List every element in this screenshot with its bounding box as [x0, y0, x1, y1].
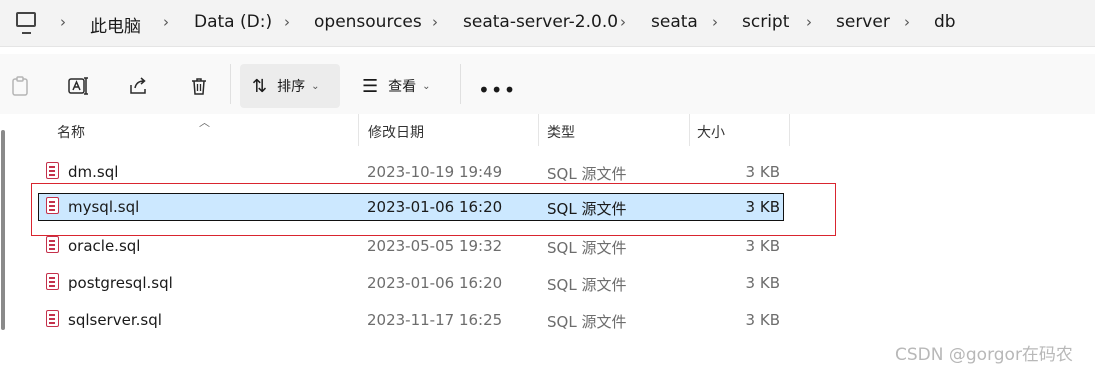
- file-type: SQL 源文件: [547, 165, 627, 183]
- computer-icon[interactable]: [16, 12, 36, 34]
- sort-icon: ⇅: [252, 75, 268, 97]
- chevron-right-icon[interactable]: ›: [163, 13, 169, 31]
- view-list-icon: ☰: [362, 75, 379, 97]
- breadcrumb-opensources[interactable]: opensources: [314, 12, 422, 32]
- toolbar-divider: [230, 64, 231, 104]
- chevron-right-icon[interactable]: ›: [620, 13, 626, 31]
- address-bar[interactable]: › 此电脑 › Data (D:) › opensources › seata-…: [0, 0, 1095, 47]
- sql-file-icon: [46, 162, 59, 179]
- file-size: 3 KB: [745, 274, 780, 292]
- watermark: CSDN @gorgor在码农: [895, 345, 1073, 365]
- column-header-type[interactable]: 类型: [547, 122, 575, 142]
- breadcrumb-db[interactable]: db: [934, 12, 956, 32]
- column-divider[interactable]: [538, 114, 539, 146]
- chevron-right-icon[interactable]: ›: [284, 13, 290, 31]
- column-header-name[interactable]: 名称: [57, 122, 85, 142]
- file-row[interactable]: dm.sql 2023-10-19 19:49 SQL 源文件 3 KB: [38, 158, 784, 186]
- rename-icon[interactable]: [67, 74, 91, 98]
- view-button[interactable]: ☰ 查看 ⌄: [352, 64, 452, 108]
- sql-file-icon: [46, 273, 59, 290]
- file-name: dm.sql: [68, 163, 119, 181]
- column-header-modified[interactable]: 修改日期: [368, 122, 424, 142]
- delete-icon[interactable]: [187, 74, 211, 98]
- file-type: SQL 源文件: [547, 313, 627, 331]
- breadcrumb-server[interactable]: server: [836, 12, 890, 32]
- file-row[interactable]: oracle.sql 2023-05-05 19:32 SQL 源文件 3 KB: [38, 232, 784, 260]
- file-name: sqlserver.sql: [68, 311, 162, 329]
- chevron-right-icon[interactable]: ›: [904, 13, 910, 31]
- vertical-scrollbar[interactable]: [0, 120, 6, 367]
- chevron-right-icon[interactable]: ›: [806, 13, 812, 31]
- file-type: SQL 源文件: [547, 239, 627, 257]
- breadcrumb-seata-server[interactable]: seata-server-2.0.0: [463, 12, 618, 32]
- share-icon[interactable]: [127, 74, 151, 98]
- annotation-highlight-box: [31, 183, 836, 236]
- breadcrumb-seata[interactable]: seata: [651, 12, 698, 32]
- column-header-row: 名称 修改日期 类型 大小: [0, 114, 1095, 148]
- chevron-right-icon[interactable]: ›: [432, 13, 438, 31]
- column-divider[interactable]: [689, 114, 690, 146]
- chevron-down-icon: ⌄: [311, 80, 320, 92]
- file-row[interactable]: postgresql.sql 2023-01-06 16:20 SQL 源文件 …: [38, 269, 784, 297]
- breadcrumb-data-drive[interactable]: Data (D:): [194, 12, 272, 32]
- file-modified: 2023-10-19 19:49: [367, 163, 503, 181]
- file-size: 3 KB: [745, 311, 780, 329]
- file-row[interactable]: sqlserver.sql 2023-11-17 16:25 SQL 源文件 3…: [38, 306, 784, 334]
- more-options-button[interactable]: •••: [478, 78, 516, 102]
- file-name: postgresql.sql: [68, 274, 173, 292]
- file-size: 3 KB: [745, 237, 780, 255]
- sql-file-icon: [46, 310, 59, 327]
- sql-file-icon: [46, 236, 59, 253]
- file-size: 3 KB: [745, 163, 780, 181]
- file-modified: 2023-01-06 16:20: [367, 274, 503, 292]
- toolbar-divider: [460, 64, 461, 104]
- file-modified: 2023-11-17 16:25: [367, 311, 503, 329]
- scrollbar-thumb[interactable]: [1, 130, 5, 330]
- column-divider[interactable]: [789, 114, 790, 146]
- command-bar: ⇅ 排序 ⌄ ☰ 查看 ⌄ •••: [0, 54, 1095, 114]
- sort-button[interactable]: ⇅ 排序 ⌄: [240, 64, 340, 108]
- file-type: SQL 源文件: [547, 276, 627, 294]
- chevron-down-icon: ⌄: [422, 80, 431, 92]
- column-header-size[interactable]: 大小: [697, 122, 725, 142]
- file-modified: 2023-05-05 19:32: [367, 237, 503, 255]
- breadcrumb-this-pc[interactable]: 此电脑: [90, 12, 141, 37]
- column-divider[interactable]: [358, 114, 359, 146]
- chevron-right-icon[interactable]: ›: [60, 13, 66, 31]
- view-label: 查看: [388, 79, 417, 95]
- chevron-right-icon[interactable]: ›: [712, 13, 718, 31]
- file-name: oracle.sql: [68, 237, 141, 255]
- sort-label: 排序: [277, 79, 306, 95]
- breadcrumb-script[interactable]: script: [742, 12, 789, 32]
- paste-icon[interactable]: [8, 74, 32, 98]
